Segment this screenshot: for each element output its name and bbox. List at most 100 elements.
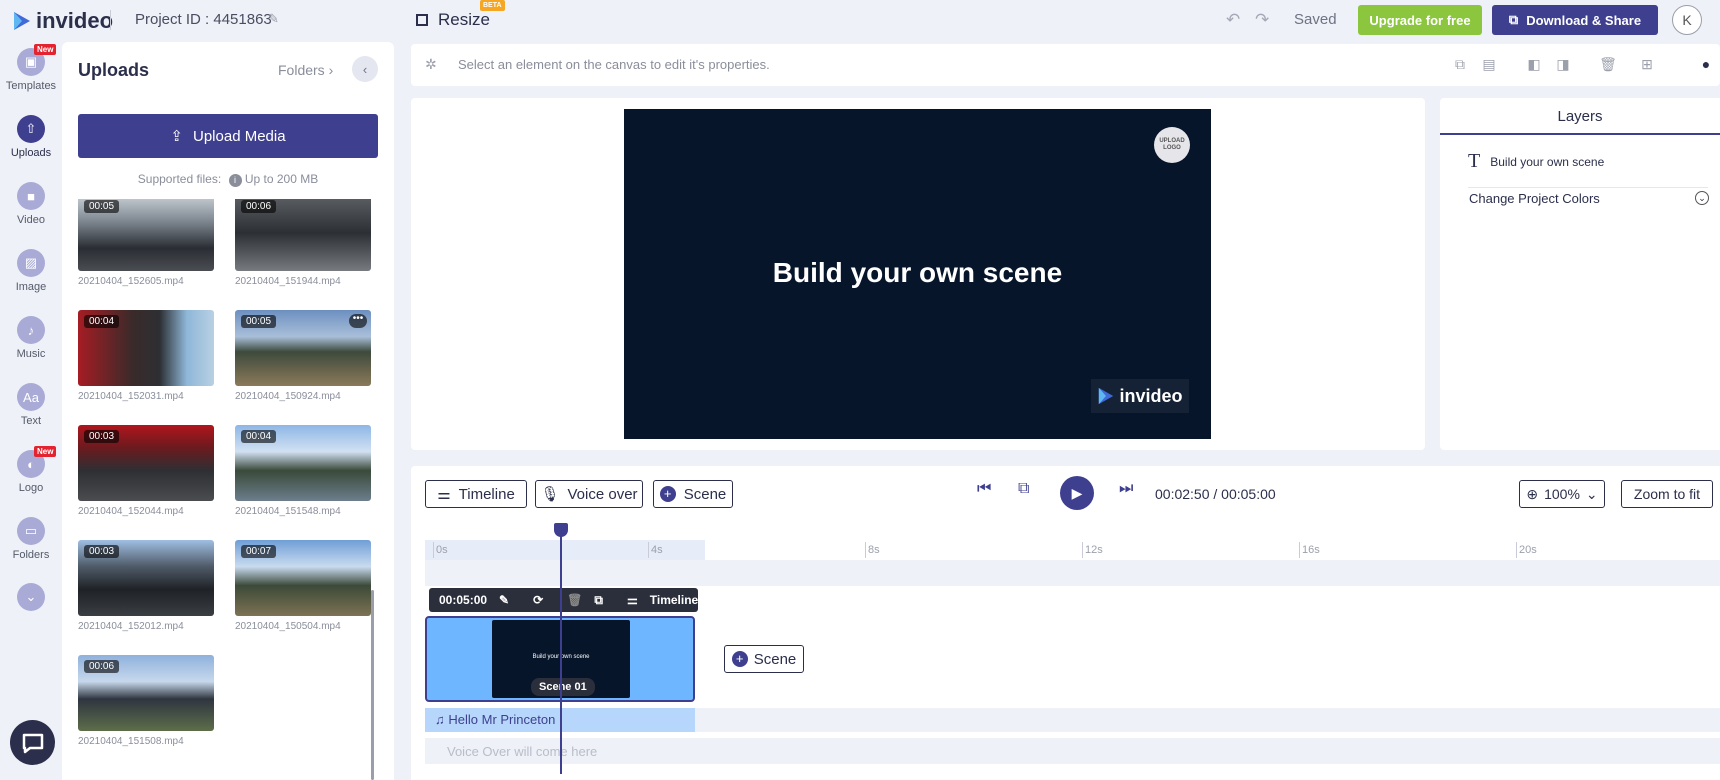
chevron-down-icon: ⌄ [1585,485,1598,502]
upgrade-button[interactable]: Upgrade for free [1358,5,1482,35]
bring-forward-icon[interactable]: ◧ [1525,56,1543,74]
media-item[interactable]: 00:05 ••• 20210404_150924.mp4 [235,310,371,402]
time-separator: / [1213,486,1218,502]
duplicate-icon[interactable]: ⧉ [594,593,603,608]
zoom-to-fit-button[interactable]: Zoom to fit [1621,480,1713,508]
preview-icon[interactable]: ⧉ [1018,480,1029,498]
media-item[interactable]: 00:04 20210404_151548.mp4 [235,425,371,517]
top-track [425,560,1720,586]
skip-back-icon[interactable]: ⏮ [977,480,991,498]
text-icon: Aa [17,383,45,411]
external-link-icon: ⧉ [1508,12,1519,27]
redo-icon[interactable]: ↷ [1255,10,1269,30]
layers-tab[interactable]: Layers [1440,98,1720,135]
resize-button[interactable]: Resize [416,10,490,30]
media-item[interactable]: 00:03 20210404_152044.mp4 [78,425,214,517]
invideo-logo-icon [14,12,30,30]
top-bar: invideo Project ID : 4451863 ✎ Resize BE… [0,0,1720,40]
zoom-value: 100% [1544,486,1580,502]
timeline-button[interactable]: ⚌ Timeline [425,480,527,508]
duration-badge: 00:04 [84,315,120,328]
rail-item-logo[interactable]: ◐ Logo New [0,446,62,494]
audio-label: Hello Mr Princeton [448,712,556,727]
media-item[interactable]: 00:03 20210404_152012.mp4 [78,540,214,632]
refresh-icon[interactable]: ⟳ [533,593,543,607]
text-layer-icon: T [1468,150,1481,172]
grid-icon[interactable]: ⊞ [1638,56,1656,74]
rail-item-text[interactable]: Aa Text [0,383,62,427]
media-item[interactable]: 00:04 20210404_152031.mp4 [78,310,214,402]
rail-item-image[interactable]: ▨ Image [0,249,62,293]
image-icon: ▨ [17,249,45,277]
send-backward-icon[interactable]: ◨ [1554,56,1572,74]
skip-forward-icon[interactable]: ⏭ [1119,480,1133,498]
folders-link[interactable]: Folders › [278,62,333,78]
playhead[interactable] [560,524,562,774]
upload-media-button[interactable]: ⇪ Upload Media [78,114,378,158]
media-item[interactable]: 00:06 20210404_151508.mp4 [78,655,214,747]
rail-item-templates[interactable]: ▣ Templates New [0,44,62,92]
more-options-icon[interactable]: ••• [349,314,367,328]
scene-toolbar: 00:05:00 ✎ ⟳ 🗑 ⧉ ⚌ Timeline [429,588,698,612]
duration-badge: 00:06 [84,660,120,673]
voiceover-label: Voice over [567,485,638,503]
play-button[interactable]: ▶ [1060,476,1094,510]
ruler-tick: 4s [648,542,663,558]
add-scene-toolbar-button[interactable]: + Scene [653,480,733,508]
layers-panel: Layers T Build your own scene Change Pro… [1440,98,1720,450]
uploads-panel: Uploads Folders › ‹ ⇪ Upload Media Suppo… [62,42,394,780]
trash-icon[interactable]: 🗑 [1599,56,1617,74]
file-name: 20210404_150504.mp4 [235,621,341,632]
zoom-select[interactable]: ⊕ 100% ⌄ [1519,480,1605,508]
music-note-icon: ♫ [435,712,445,727]
undo-icon[interactable]: ↶ [1226,10,1240,30]
play-circle-icon[interactable]: ● [1697,56,1715,74]
chat-button[interactable] [10,720,55,765]
media-thumbnail: 00:07 [235,540,371,616]
voiceover-track[interactable]: Voice Over will come here [425,738,1720,764]
current-time: 00:02:50 [1155,486,1210,502]
duration-badge: 00:04 [241,430,277,443]
paste-icon[interactable]: ▤ [1480,56,1498,74]
media-item[interactable]: 00:05 20210404_152605.mp4 [78,199,214,287]
rail-label: Image [15,281,47,293]
panel-scrollbar[interactable] [371,590,374,780]
media-item[interactable]: 00:06 20210404_151944.mp4 [235,199,371,287]
scene-timeline-label[interactable]: Timeline [650,593,698,607]
voiceover-button[interactable]: 🎙 Voice over [535,480,643,508]
layer-item[interactable]: T Build your own scene [1468,150,1708,188]
file-name: 20210404_152031.mp4 [78,391,184,402]
upload-icon: ⇪ [170,128,183,145]
media-thumbnail: 00:03 [78,540,214,616]
plus-circle-icon: + [659,486,676,502]
rail-more[interactable]: ⌄ [0,583,62,615]
file-name: 20210404_152044.mp4 [78,506,184,517]
rail-item-uploads[interactable]: ⇧ Uploads [0,115,62,159]
canvas-area: UPLOAD LOGO Build your own scene invideo [411,98,1425,450]
play-icon: ▶ [1071,484,1083,501]
trash-icon[interactable]: 🗑 [567,593,582,607]
cursor-click-icon: ✲ [425,56,437,72]
folder-icon: ▭ [17,517,45,545]
scene-canvas[interactable]: UPLOAD LOGO Build your own scene invideo [624,109,1211,439]
canvas-headline[interactable]: Build your own scene [624,257,1211,289]
change-project-colors[interactable]: Change Project Colors ⌄ [1469,191,1709,206]
collapse-panel-button[interactable]: ‹ [352,56,378,82]
rail-item-music[interactable]: ♪ Music [0,316,62,360]
download-share-button[interactable]: ⧉ Download & Share [1492,5,1658,35]
edit-icon[interactable]: ✎ [499,593,509,607]
add-scene-label: Scene [753,650,797,668]
brand-logo[interactable]: invideo [12,8,113,34]
rail-item-video[interactable]: ■ Video [0,182,62,226]
copy-icon[interactable]: ⧉ [1451,56,1469,74]
info-icon[interactable]: i [228,174,242,187]
rail-item-folders[interactable]: ▭ Folders [0,517,62,561]
avatar[interactable]: K [1672,5,1702,35]
time-ruler[interactable]: 0s 4s 8s 12s 16s 20s [425,540,1720,560]
media-thumbnail: 00:04 [78,310,214,386]
media-item[interactable]: 00:07 20210404_150504.mp4 [235,540,371,632]
add-scene-button[interactable]: + Scene [724,645,804,673]
upload-logo-placeholder[interactable]: UPLOAD LOGO [1154,127,1190,163]
sliders-icon: ⚌ [437,486,451,503]
edit-project-icon[interactable]: ✎ [268,11,282,26]
